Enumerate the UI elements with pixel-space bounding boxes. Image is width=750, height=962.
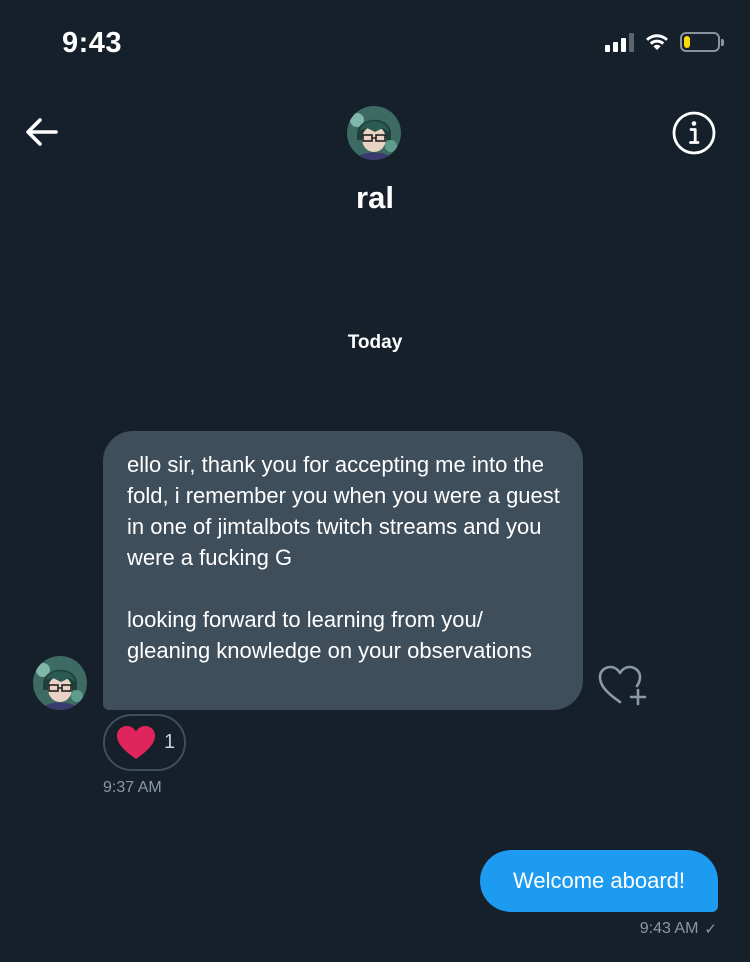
received-timestamp: 9:37 AM bbox=[103, 779, 162, 796]
status-icons bbox=[605, 32, 724, 52]
reaction-count: 1 bbox=[164, 731, 176, 753]
sent-message-text: Welcome aboard! bbox=[512, 868, 685, 893]
cellular-signal-icon bbox=[605, 32, 634, 52]
date-divider: Today bbox=[347, 332, 403, 353]
sent-timestamp: 9:43 AM ✓ bbox=[640, 920, 717, 938]
sent-time: 9:43 AM bbox=[639, 920, 699, 937]
checkmark-icon: ✓ bbox=[704, 921, 717, 938]
reaction-badge[interactable]: 1 bbox=[103, 714, 186, 771]
contact-name[interactable]: ral bbox=[0, 180, 750, 216]
battery-icon bbox=[680, 32, 724, 52]
back-button[interactable] bbox=[22, 112, 62, 152]
heart-plus-icon bbox=[598, 665, 647, 706]
add-reaction-button[interactable] bbox=[598, 664, 648, 708]
contact-avatar[interactable] bbox=[347, 106, 401, 160]
sender-avatar[interactable] bbox=[33, 656, 87, 710]
sent-message-bubble[interactable]: Welcome aboard! bbox=[480, 850, 718, 912]
info-icon bbox=[672, 111, 716, 155]
received-message-bubble[interactable]: ello sir, thank you for accepting me int… bbox=[103, 431, 583, 710]
wifi-icon bbox=[646, 34, 668, 50]
status-time: 9:43 bbox=[62, 27, 123, 59]
info-button[interactable] bbox=[671, 110, 717, 156]
dm-conversation-screen: 9:43 ral Today ello sir, thank you for a… bbox=[0, 0, 750, 962]
message-paragraph: looking forward to learning from you/ gl… bbox=[127, 607, 532, 663]
message-paragraph: ello sir, thank you for accepting me int… bbox=[127, 452, 560, 570]
heart-icon bbox=[117, 725, 155, 759]
battery-level bbox=[684, 36, 691, 48]
arrow-left-icon bbox=[26, 118, 58, 146]
